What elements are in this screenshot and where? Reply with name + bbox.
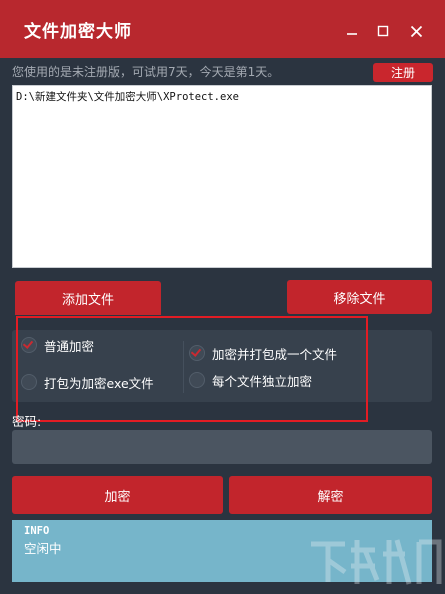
minimize-button[interactable] [341, 20, 363, 42]
decrypt-button[interactable]: 解密 [229, 476, 432, 514]
radio-unchecked-icon[interactable] [21, 374, 37, 390]
radio-checked-icon[interactable] [21, 337, 37, 353]
maximize-button[interactable] [372, 20, 394, 42]
file-list-item[interactable]: D:\新建文件夹\文件加密大师\XProtect.exe [16, 89, 428, 104]
info-title: INFO [24, 525, 50, 537]
option-normal-encrypt[interactable]: 普通加密 [21, 335, 94, 355]
encrypt-button[interactable]: 加密 [12, 476, 223, 514]
option-pack-exe-label: 打包为加密exe文件 [44, 375, 154, 391]
options-divider [183, 341, 184, 393]
password-label: 密码: [12, 414, 42, 429]
info-panel: INFO 空闲中 [12, 520, 432, 582]
password-input[interactable] [12, 430, 432, 464]
radio-checked-icon[interactable] [189, 345, 205, 361]
info-status: 空闲中 [24, 541, 62, 556]
close-button[interactable] [405, 20, 427, 42]
option-each-file-separate[interactable]: 每个文件独立加密 [189, 370, 312, 390]
radio-unchecked-icon[interactable] [189, 372, 205, 388]
minimize-icon [347, 33, 357, 35]
maximize-icon [377, 25, 389, 37]
trial-status-text: 您使用的是未注册版，可试用7天，今天是第1天。 [12, 65, 280, 79]
close-icon [410, 25, 422, 37]
option-normal-encrypt-label: 普通加密 [44, 338, 95, 354]
app-title: 文件加密大师 [24, 22, 132, 42]
register-button[interactable]: 注册 [373, 63, 433, 82]
remove-file-button[interactable]: 移除文件 [287, 280, 432, 314]
add-file-button[interactable]: 添加文件 [15, 281, 161, 315]
option-encrypt-pack-one[interactable]: 加密并打包成一个文件 [189, 343, 337, 363]
option-each-file-separate-label: 每个文件独立加密 [212, 373, 313, 389]
file-list[interactable]: D:\新建文件夹\文件加密大师\XProtect.exe [12, 85, 432, 268]
option-encrypt-pack-one-label: 加密并打包成一个文件 [212, 346, 338, 362]
option-pack-exe[interactable]: 打包为加密exe文件 [21, 372, 154, 392]
